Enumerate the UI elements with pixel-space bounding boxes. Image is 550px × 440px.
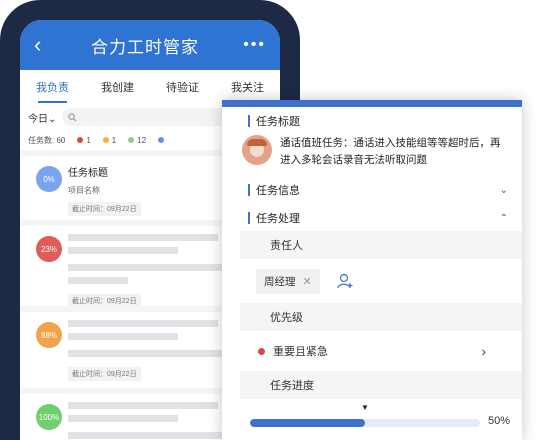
search-icon <box>68 112 77 121</box>
task-deadline: 截止时间：09月22日 <box>68 367 141 381</box>
section-task-title: 任务标题 <box>222 107 522 135</box>
tab-bar: 我负责 我创建 待验证 我关注 <box>20 70 280 104</box>
placeholder-bar <box>68 350 228 357</box>
task-progress-circle: 88% <box>36 322 62 348</box>
card-accent-bar <box>222 100 522 107</box>
section-marker <box>248 115 250 127</box>
progress-fill <box>250 419 365 427</box>
chevron-right-icon[interactable]: › <box>481 343 486 359</box>
placeholder-bar <box>68 320 218 327</box>
tab-mine[interactable]: 我负责 <box>30 71 75 103</box>
chevron-up-icon[interactable]: ⌃ <box>500 213 508 224</box>
assignee-header: 责任人 <box>240 231 522 259</box>
add-user-icon[interactable] <box>336 272 354 290</box>
progress-marker-icon[interactable]: ▼ <box>361 403 369 412</box>
placeholder-bar <box>68 432 228 439</box>
task-progress-circle: 0% <box>36 166 62 192</box>
app-title: 合力工时管家 <box>91 37 199 57</box>
placeholder-bar <box>68 247 178 254</box>
tab-created[interactable]: 我创建 <box>95 71 140 103</box>
section-task-process[interactable]: 任务处理 ⌃ <box>222 205 522 231</box>
priority-value: 重要且紧急 <box>273 346 328 358</box>
stat-orange: 1 <box>102 136 116 145</box>
progress-value: 50% <box>488 415 511 427</box>
priority-header: 优先级 <box>240 303 522 331</box>
task-count: 任务数: 60 <box>28 135 66 145</box>
placeholder-bar <box>68 333 178 340</box>
task-deadline: 截止时间：09月22日 <box>68 202 141 216</box>
blue-dot-icon <box>158 137 165 143</box>
assignee-chip[interactable]: 周经理 ✕ <box>256 268 320 294</box>
tab-to-verify[interactable]: 待验证 <box>160 71 205 103</box>
red-dot-icon <box>77 137 84 143</box>
app-header: ‹ 合力工时管家 ••• <box>20 20 280 70</box>
stat-red: 1 <box>77 136 91 145</box>
task-progress-circle: 100% <box>36 404 62 430</box>
priority-dot-icon <box>258 347 265 355</box>
message-row: 通话值班任务：通话进入技能组等等超时后，再进入多轮会话录音无法听取问题 <box>222 135 522 169</box>
placeholder-bar <box>68 402 218 409</box>
assignee-row: 周经理 ✕ <box>222 259 522 303</box>
progress-section: ▼ 50% <box>222 399 522 440</box>
placeholder-bar <box>68 264 228 271</box>
progress-track[interactable] <box>250 419 480 427</box>
task-message: 通话值班任务：通话进入技能组等等超时后，再进入多轮会话录音无法听取问题 <box>280 137 501 166</box>
green-dot-icon <box>128 137 135 143</box>
placeholder-bar <box>68 415 178 422</box>
progress-header: 任务进度 <box>240 371 522 399</box>
task-progress-circle: 23% <box>36 236 62 262</box>
stat-green: 12 <box>128 136 146 145</box>
placeholder-bar <box>68 234 218 241</box>
back-icon[interactable]: ‹ <box>34 32 54 58</box>
assignee-name: 周经理 <box>264 275 296 288</box>
tab-following[interactable]: 我关注 <box>225 71 270 103</box>
section-marker <box>248 184 250 196</box>
task-detail-card: 任务标题 通话值班任务：通话进入技能组等等超时后，再进入多轮会话录音无法听取问题… <box>222 100 522 440</box>
placeholder-bar <box>68 277 128 284</box>
chevron-down-icon[interactable]: ⌄ <box>500 185 508 196</box>
section-task-info[interactable]: 任务信息 ⌄ <box>222 175 522 205</box>
stat-blue <box>158 137 165 143</box>
priority-row[interactable]: 重要且紧急 › <box>222 331 522 371</box>
section-marker <box>248 212 250 224</box>
avatar <box>242 135 272 165</box>
more-icon[interactable]: ••• <box>236 36 266 54</box>
today-dropdown[interactable]: 今日⌄ <box>28 110 56 125</box>
orange-dot-icon <box>102 137 109 143</box>
remove-icon[interactable]: ✕ <box>303 275 312 288</box>
